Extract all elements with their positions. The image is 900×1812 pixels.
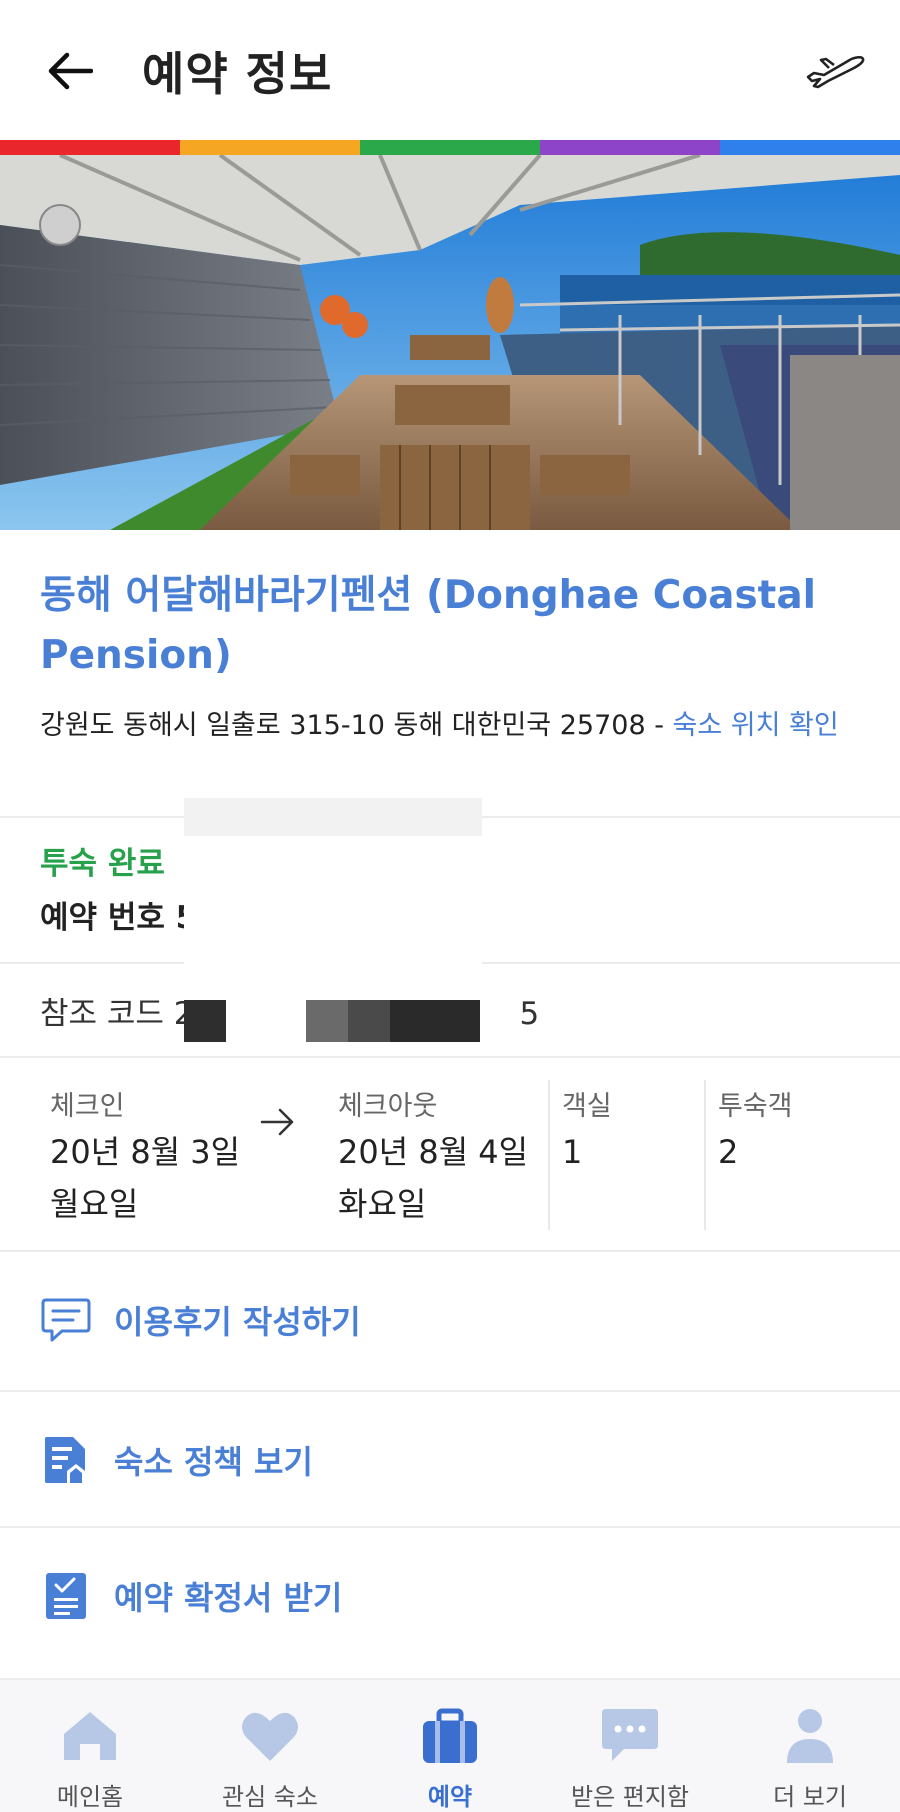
rooms-value: 1 (562, 1133, 583, 1171)
property-photo[interactable] (0, 155, 900, 530)
review-bubble-icon (40, 1294, 92, 1346)
checkin-label: 체크인 (50, 1091, 125, 1122)
app-bar: 예약 정보 (0, 0, 900, 140)
nav-bookings[interactable]: 예약 (360, 1680, 540, 1812)
hotel-name-link[interactable]: 동해 어달해바라기펜션 (Donghae Coastal Pension) (40, 566, 860, 686)
bottom-navigation: 메인홈 관심 숙소 예약 받은 편지함 더 보기 (0, 1678, 900, 1812)
page-title: 예약 정보 (142, 47, 333, 101)
nav-home-label: 메인홈 (56, 1783, 124, 1811)
nav-inbox[interactable]: 받은 편지함 (540, 1680, 720, 1812)
reservation-number: 예약 번호 5 (40, 900, 198, 936)
stay-status: 투숙 완료 (40, 846, 165, 882)
guests-value: 2 (718, 1133, 739, 1171)
get-confirmation-button[interactable]: 예약 확정서 받기 (0, 1528, 900, 1664)
column-separator (704, 1080, 706, 1230)
address-text: 강원도 동해시 일출로 315-10 동해 대한민국 25708 - (40, 710, 673, 741)
redaction-block (348, 1000, 390, 1042)
brand-color-strip (0, 140, 900, 155)
view-location-link[interactable]: 숙소 위치 확인 (673, 710, 839, 741)
home-icon (59, 1706, 121, 1765)
hotel-address: 강원도 동해시 일출로 315-10 동해 대한민국 25708 - 숙소 위치… (40, 704, 860, 748)
redaction-block (184, 1000, 226, 1042)
redaction-block (184, 798, 482, 836)
arrow-right-icon (260, 1108, 294, 1136)
policy-document-icon (40, 1434, 92, 1486)
guests-label: 투숙객 (718, 1091, 793, 1122)
checkout-label: 체크아웃 (338, 1091, 438, 1122)
airplane-icon (806, 55, 865, 89)
reference-code-label: 참조 코드 2 (40, 996, 194, 1032)
checkout-date: 20년 8월 4일 (338, 1133, 529, 1171)
checkin-date: 20년 8월 3일 (50, 1133, 241, 1171)
nav-favorites-label: 관심 숙소 (222, 1783, 318, 1811)
nav-bookings-label: 예약 (427, 1783, 473, 1811)
chat-icon (599, 1706, 661, 1765)
write-review-button[interactable]: 이용후기 작성하기 (0, 1252, 900, 1388)
terrace-image (0, 155, 900, 530)
column-separator (548, 1080, 550, 1230)
confirmation-checklist-icon (40, 1570, 92, 1622)
checkout-day: 화요일 (338, 1185, 427, 1223)
write-review-label: 이용후기 작성하기 (114, 1303, 361, 1341)
nav-more[interactable]: 더 보기 (720, 1680, 900, 1812)
checkin-day: 월요일 (50, 1185, 139, 1223)
nav-home[interactable]: 메인홈 (0, 1680, 180, 1812)
get-confirmation-label: 예약 확정서 받기 (114, 1579, 343, 1617)
back-button[interactable] (40, 44, 100, 98)
nav-favorites[interactable]: 관심 숙소 (180, 1680, 360, 1812)
person-icon (779, 1706, 841, 1765)
back-arrow-icon (48, 52, 93, 90)
nav-inbox-label: 받은 편지함 (570, 1783, 690, 1811)
heart-icon (239, 1706, 301, 1765)
nav-more-label: 더 보기 (773, 1783, 847, 1811)
view-policy-label: 숙소 정책 보기 (114, 1443, 313, 1481)
suitcase-icon (419, 1706, 481, 1765)
rooms-label: 객실 (562, 1091, 612, 1122)
redaction-block (390, 1000, 480, 1042)
view-policy-button[interactable]: 숙소 정책 보기 (0, 1392, 900, 1528)
redaction-block (306, 1000, 348, 1042)
trip-button[interactable] (800, 44, 870, 98)
reference-code-tail: 5 (519, 996, 540, 1032)
divider (0, 1056, 900, 1058)
